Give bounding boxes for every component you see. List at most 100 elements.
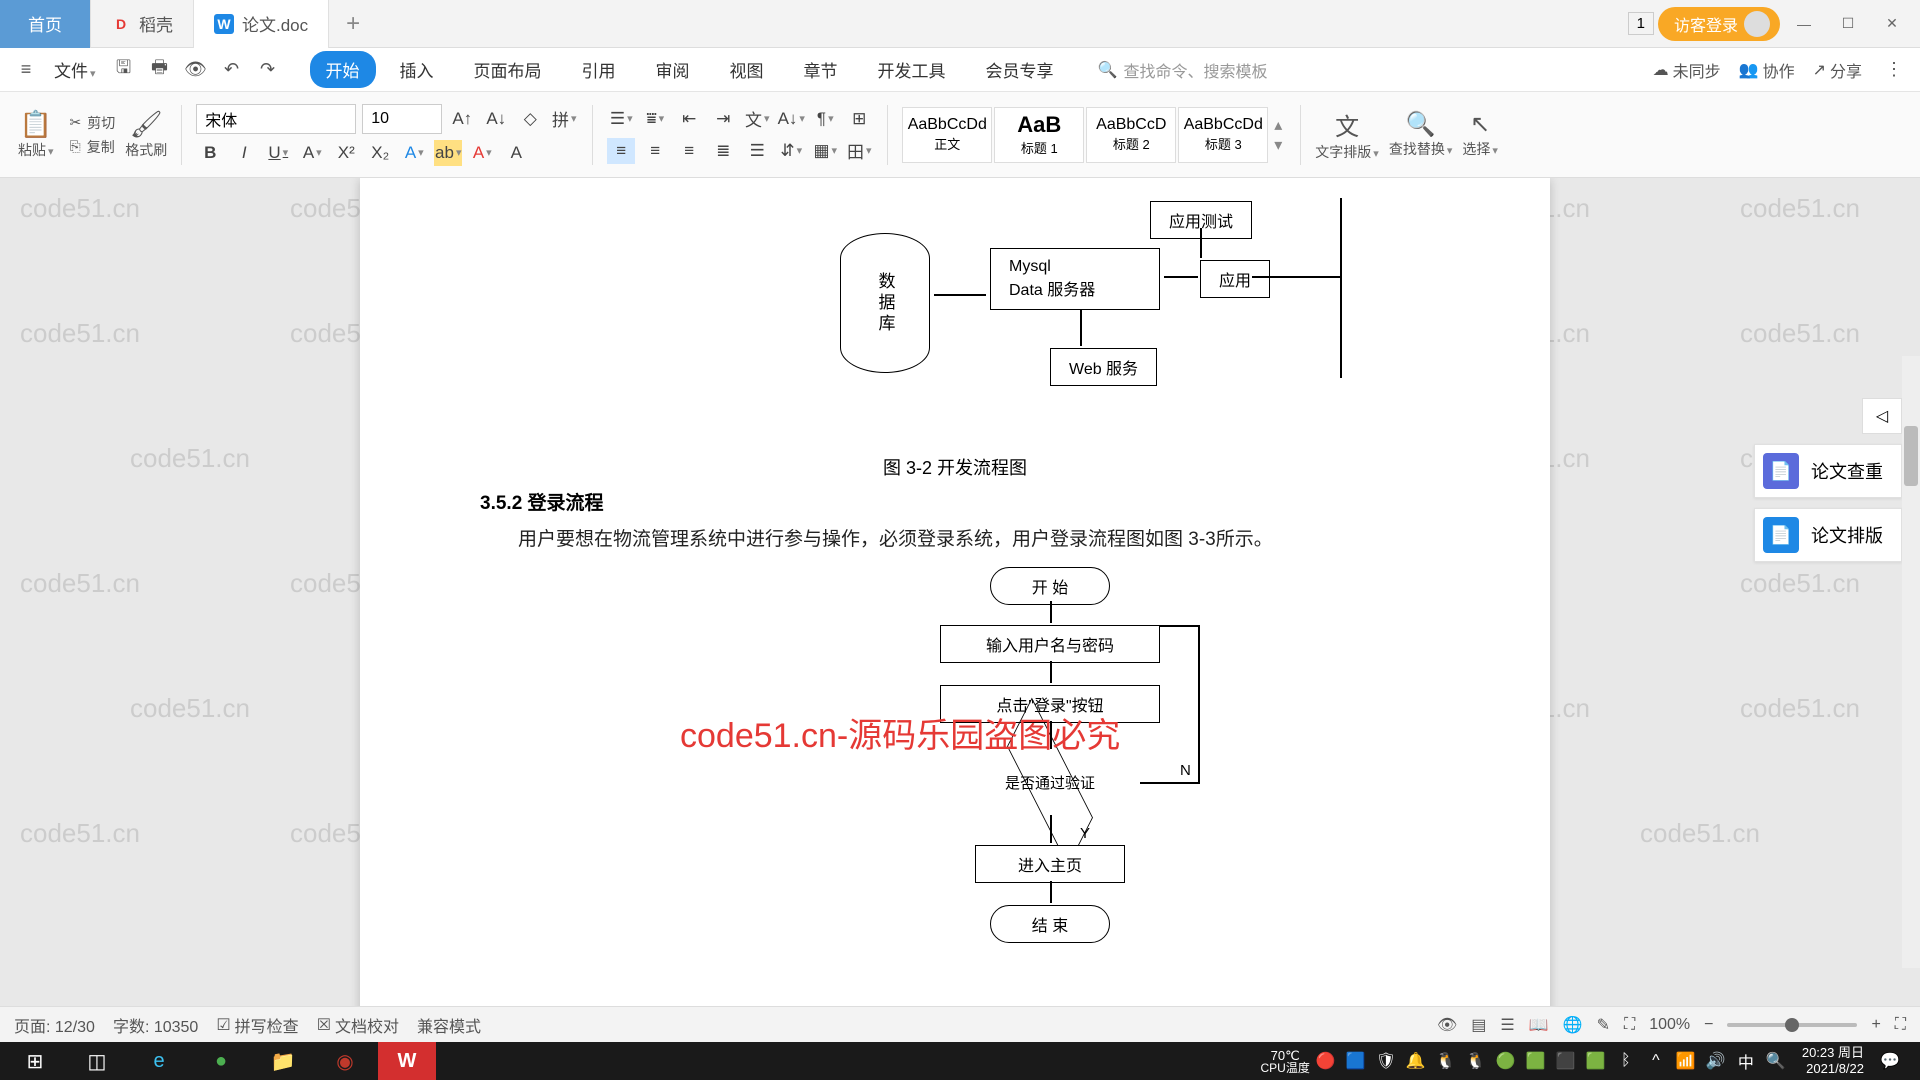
bold-button[interactable]: B xyxy=(196,140,224,166)
reading-view-button[interactable]: 📖 xyxy=(1529,1015,1549,1035)
style-heading1[interactable]: AaB标题 1 xyxy=(994,107,1084,163)
tab-view[interactable]: 视图 xyxy=(714,51,780,88)
subscript-button[interactable]: X₂ xyxy=(366,140,394,166)
tray-bluetooth-icon[interactable]: ᛒ xyxy=(1612,1047,1640,1075)
asian-layout-button[interactable]: 文 xyxy=(743,106,771,132)
share-button[interactable]: ↗分享 xyxy=(1813,58,1862,82)
tray-icon[interactable]: 🟢 xyxy=(1492,1047,1520,1075)
tray-icon[interactable]: 🔴 xyxy=(1312,1047,1340,1075)
tray-icon[interactable]: 🛡 xyxy=(1372,1047,1400,1075)
tab-insert[interactable]: 插入 xyxy=(384,51,450,88)
more-icon[interactable]: ⋮ xyxy=(1880,56,1908,84)
styles-gallery[interactable]: AaBbCcDd正文 AaB标题 1 AaBbCcD标题 2 AaBbCcDd标… xyxy=(902,107,1286,163)
font-color-button[interactable]: A xyxy=(468,140,496,166)
justify-button[interactable]: ≣ xyxy=(709,138,737,164)
new-tab-button[interactable]: + xyxy=(329,10,377,38)
clear-format-button[interactable]: ◇ xyxy=(516,106,544,132)
tab-devtools[interactable]: 开发工具 xyxy=(862,51,962,88)
strikethrough-button[interactable]: A xyxy=(298,140,326,166)
numbering-button[interactable]: ⩸ xyxy=(641,106,669,132)
styles-more-button[interactable]: ▴▾ xyxy=(1270,107,1286,163)
show-marks-button[interactable]: ¶ xyxy=(811,106,839,132)
page-view-button[interactable]: ▤ xyxy=(1471,1015,1486,1035)
page-indicator[interactable]: 页面: 12/30 xyxy=(14,1013,95,1037)
tray-nvidia-icon[interactable]: 🟩 xyxy=(1582,1047,1610,1075)
tray-notification-icon[interactable]: 🔔 xyxy=(1402,1047,1430,1075)
eye-care-button[interactable]: 👁 xyxy=(1437,1015,1457,1035)
browser-icon[interactable]: ● xyxy=(192,1042,250,1080)
increase-indent-button[interactable]: ⇥ xyxy=(709,106,737,132)
redo-icon[interactable]: ↷ xyxy=(254,56,282,84)
tab-document[interactable]: W 论文.doc xyxy=(194,0,329,48)
cut-button[interactable]: ✂剪切 xyxy=(70,113,116,133)
scroll-thumb[interactable] xyxy=(1904,426,1918,486)
tray-overflow-icon[interactable]: ^ xyxy=(1642,1047,1670,1075)
highlight-button[interactable]: ab xyxy=(434,140,462,166)
superscript-button[interactable]: X² xyxy=(332,140,360,166)
cpu-temp-widget[interactable]: 70℃ CPU温度 xyxy=(1261,1049,1310,1074)
collapse-panel-button[interactable]: ◁ xyxy=(1862,398,1902,434)
zoom-in-button[interactable]: + xyxy=(1871,1016,1880,1034)
tab-docer[interactable]: D 稻壳 xyxy=(91,0,194,48)
maximize-button[interactable]: ☐ xyxy=(1828,6,1868,42)
taskbar-clock[interactable]: 20:23 周日 2021/8/22 xyxy=(1792,1045,1874,1076)
tab-page-layout[interactable]: 页面布局 xyxy=(458,51,558,88)
decrease-indent-button[interactable]: ⇤ xyxy=(675,106,703,132)
italic-button[interactable]: I xyxy=(230,140,258,166)
distribute-button[interactable]: ☰ xyxy=(743,138,771,164)
tray-wifi-icon[interactable]: 📶 xyxy=(1672,1047,1700,1075)
text-effect-button[interactable]: A xyxy=(400,140,428,166)
fit-page-button[interactable]: ⛶ xyxy=(1624,1016,1635,1034)
zoom-out-button[interactable]: − xyxy=(1704,1016,1713,1034)
align-left-button[interactable]: ≡ xyxy=(607,138,635,164)
borders-button[interactable]: 田 xyxy=(845,138,873,164)
proof-button[interactable]: ☒文档校对 xyxy=(317,1013,399,1037)
command-search[interactable]: 🔍 查找命令、搜索模板 xyxy=(1098,58,1268,82)
print-icon[interactable]: 🖶 xyxy=(146,56,174,84)
word-count[interactable]: 字数: 10350 xyxy=(113,1013,198,1037)
spell-check-button[interactable]: ☑拼写检查 xyxy=(216,1013,298,1037)
tray-search-icon[interactable]: 🔍 xyxy=(1762,1047,1790,1075)
sort-button[interactable]: A↓ xyxy=(777,106,805,132)
notification-badge[interactable]: 1 xyxy=(1628,12,1654,35)
zoom-slider[interactable] xyxy=(1727,1023,1857,1027)
tray-icon[interactable]: 🟦 xyxy=(1342,1047,1370,1075)
tray-ime-icon[interactable]: 中 xyxy=(1732,1047,1760,1075)
tab-review[interactable]: 审阅 xyxy=(640,51,706,88)
bullets-button[interactable]: ☰ xyxy=(607,106,635,132)
task-view-button[interactable]: ◫ xyxy=(68,1042,126,1080)
tray-volume-icon[interactable]: 🔊 xyxy=(1702,1047,1730,1075)
close-button[interactable]: ✕ xyxy=(1872,6,1912,42)
file-menu[interactable]: 文件 xyxy=(48,57,102,82)
tab-home[interactable]: 首页 xyxy=(0,0,91,48)
text-layout-button[interactable]: 文文字排版 xyxy=(1315,107,1379,162)
tab-start[interactable]: 开始 xyxy=(310,51,376,88)
print-preview-icon[interactable]: 👁 xyxy=(182,56,210,84)
web-view-button[interactable]: 🌐 xyxy=(1563,1015,1583,1035)
tray-wechat-icon[interactable]: 🟩 xyxy=(1522,1047,1550,1075)
style-heading2[interactable]: AaBbCcD标题 2 xyxy=(1086,107,1176,163)
shading-button[interactable]: ▦ xyxy=(811,138,839,164)
align-right-button[interactable]: ≡ xyxy=(675,138,703,164)
select-button[interactable]: ↖选择 xyxy=(1462,110,1498,159)
font-size-select[interactable] xyxy=(362,104,442,134)
thesis-layout-button[interactable]: 📄 论文排版 xyxy=(1754,508,1902,562)
tab-stops-button[interactable]: ⊞ xyxy=(845,106,873,132)
copy-button[interactable]: ⎘复制 xyxy=(70,137,116,157)
tray-icon[interactable]: ⬛ xyxy=(1552,1047,1580,1075)
tab-member[interactable]: 会员专享 xyxy=(970,51,1070,88)
document-area[interactable]: code51.cn code51.cn code51.cn code51.cn … xyxy=(0,178,1920,1042)
hamburger-icon[interactable]: ≡ xyxy=(12,56,40,84)
annotate-button[interactable]: ✎ xyxy=(1597,1015,1610,1035)
paste-button[interactable]: 📋 粘贴 xyxy=(18,109,54,160)
wps-icon[interactable]: W xyxy=(378,1042,436,1080)
vertical-scrollbar[interactable] xyxy=(1902,356,1920,968)
zoom-value[interactable]: 100% xyxy=(1649,1016,1690,1034)
tab-references[interactable]: 引用 xyxy=(566,51,632,88)
underline-button[interactable]: U xyxy=(264,140,292,166)
tab-chapter[interactable]: 章节 xyxy=(788,51,854,88)
explorer-icon[interactable]: 📁 xyxy=(254,1042,312,1080)
sync-button[interactable]: ☁未同步 xyxy=(1653,58,1721,82)
thesis-check-button[interactable]: 📄 论文查重 xyxy=(1754,444,1902,498)
fullscreen-button[interactable]: ⛶ xyxy=(1895,1016,1906,1034)
